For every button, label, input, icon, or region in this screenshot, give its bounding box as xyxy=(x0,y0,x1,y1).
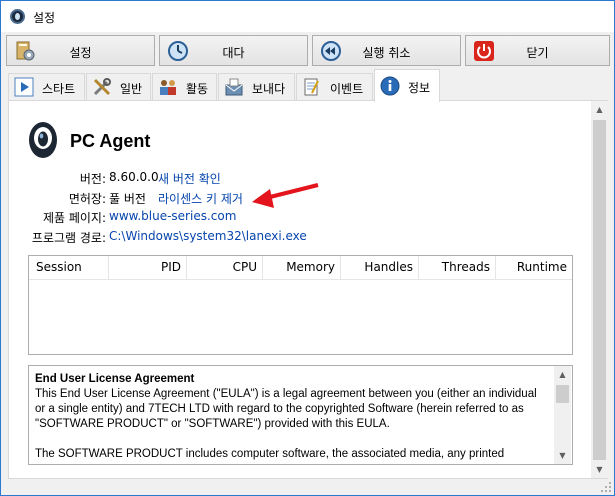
column-runtime[interactable]: Runtime xyxy=(496,260,572,276)
settings-button-label: 설정 xyxy=(69,46,92,60)
version-label: 버전: xyxy=(79,172,106,186)
column-session[interactable]: Session xyxy=(31,260,87,276)
pc-agent-logo xyxy=(29,122,57,158)
eula-title: End User License Agreement xyxy=(35,373,195,385)
column-threads[interactable]: Threads xyxy=(419,260,495,276)
mail-icon xyxy=(225,78,243,96)
window-title: 설정 xyxy=(33,11,56,25)
wait-button[interactable]: 대다 xyxy=(159,35,308,66)
settings-button[interactable]: 설정 xyxy=(6,35,155,66)
toolbar: 설정 대다 실행 취소 닫기 xyxy=(1,32,614,68)
close-button-label: 닫기 xyxy=(526,46,549,60)
product-page-label: 제품 페이지: xyxy=(42,211,106,225)
close-button[interactable]: 닫기 xyxy=(465,35,610,66)
tab-label: 보내다 xyxy=(252,82,286,96)
tab-events[interactable]: 이벤트 xyxy=(296,73,373,101)
tab-general[interactable]: 일반 xyxy=(86,73,151,101)
tab-label: 활동 xyxy=(186,82,209,96)
tab-strip: 스타트 일반 활동 보내다 이벤트 정보 xyxy=(1,69,614,102)
product-page-link[interactable]: www.blue-series.com xyxy=(109,209,236,223)
title-bar[interactable]: 설정 xyxy=(1,1,614,32)
tab-label: 정보 xyxy=(408,81,431,95)
program-path-link[interactable]: C:\Windows\system32\lanexi.exe xyxy=(109,229,307,243)
license-value: 풀 버전 xyxy=(109,192,146,206)
tab-info[interactable]: 정보 xyxy=(374,69,440,102)
settings-window: 설정 설정 대다 실행 취소 닫기 스타트 일반 활동 보내다 이벤트 정보 P… xyxy=(0,0,615,496)
people-icon xyxy=(160,80,176,95)
panel-scrollbar[interactable]: ▲ ▼ xyxy=(591,101,608,478)
resize-grip-icon[interactable] xyxy=(600,481,612,493)
info-icon xyxy=(380,76,400,96)
check-update-link[interactable]: 새 버전 확인 xyxy=(158,170,221,187)
process-table[interactable]: Session PID CPU Memory Handles Threads R… xyxy=(28,255,573,355)
tab-label: 일반 xyxy=(120,82,143,96)
tab-label: 스타트 xyxy=(42,82,76,96)
wait-button-label: 대다 xyxy=(222,46,245,60)
tab-start[interactable]: 스타트 xyxy=(8,73,85,101)
product-page-row: 제품 페이지: www.blue-series.com xyxy=(9,209,309,225)
column-cpu[interactable]: CPU xyxy=(187,260,262,276)
process-table-header: Session PID CPU Memory Handles Threads R… xyxy=(29,256,572,280)
scroll-up-arrow-icon[interactable]: ▲ xyxy=(591,101,608,118)
tab-send[interactable]: 보내다 xyxy=(218,73,295,101)
version-value: 8.60.0.0 xyxy=(109,170,159,184)
product-name: PC Agent xyxy=(70,131,151,151)
eula-textbox[interactable]: End User License Agreement This End User… xyxy=(28,365,573,465)
column-memory[interactable]: Memory xyxy=(263,260,340,276)
scroll-up-arrow-icon[interactable]: ▲ xyxy=(554,366,571,383)
eula-paragraph: The SOFTWARE PRODUCT includes computer s… xyxy=(35,448,505,460)
undo-button-label: 실행 취소 xyxy=(362,46,411,60)
app-icon xyxy=(10,9,25,24)
scroll-down-arrow-icon[interactable]: ▼ xyxy=(591,461,608,478)
info-panel: PC Agent 버전: 8.60.0.0 새 버전 확인 면허장: 풀 버전 … xyxy=(8,100,608,479)
eula-scroll-thumb[interactable] xyxy=(556,385,569,403)
remove-license-key-link[interactable]: 라이센스 키 제거 xyxy=(158,190,243,207)
program-path-label: 프로그램 경로: xyxy=(31,231,106,245)
notepad-icon xyxy=(304,78,319,96)
license-label: 면허장: xyxy=(68,192,106,206)
tools-icon xyxy=(93,78,111,96)
eula-paragraph: This End User License Agreement ("EULA")… xyxy=(35,388,537,430)
column-handles[interactable]: Handles xyxy=(341,260,418,276)
tab-label: 이벤트 xyxy=(330,82,364,96)
play-icon xyxy=(14,77,34,97)
scroll-down-arrow-icon[interactable]: ▼ xyxy=(554,447,571,464)
undo-button[interactable]: 실행 취소 xyxy=(312,35,461,66)
eula-scrollbar[interactable]: ▲ ▼ xyxy=(554,366,571,464)
tab-activity[interactable]: 활동 xyxy=(152,73,217,101)
panel-scroll-thumb[interactable] xyxy=(593,120,606,460)
eula-text: End User License Agreement This End User… xyxy=(35,372,550,462)
program-path-row: 프로그램 경로: C:\Windows\system32\lanexi.exe xyxy=(9,229,359,245)
column-pid[interactable]: PID xyxy=(109,260,186,276)
